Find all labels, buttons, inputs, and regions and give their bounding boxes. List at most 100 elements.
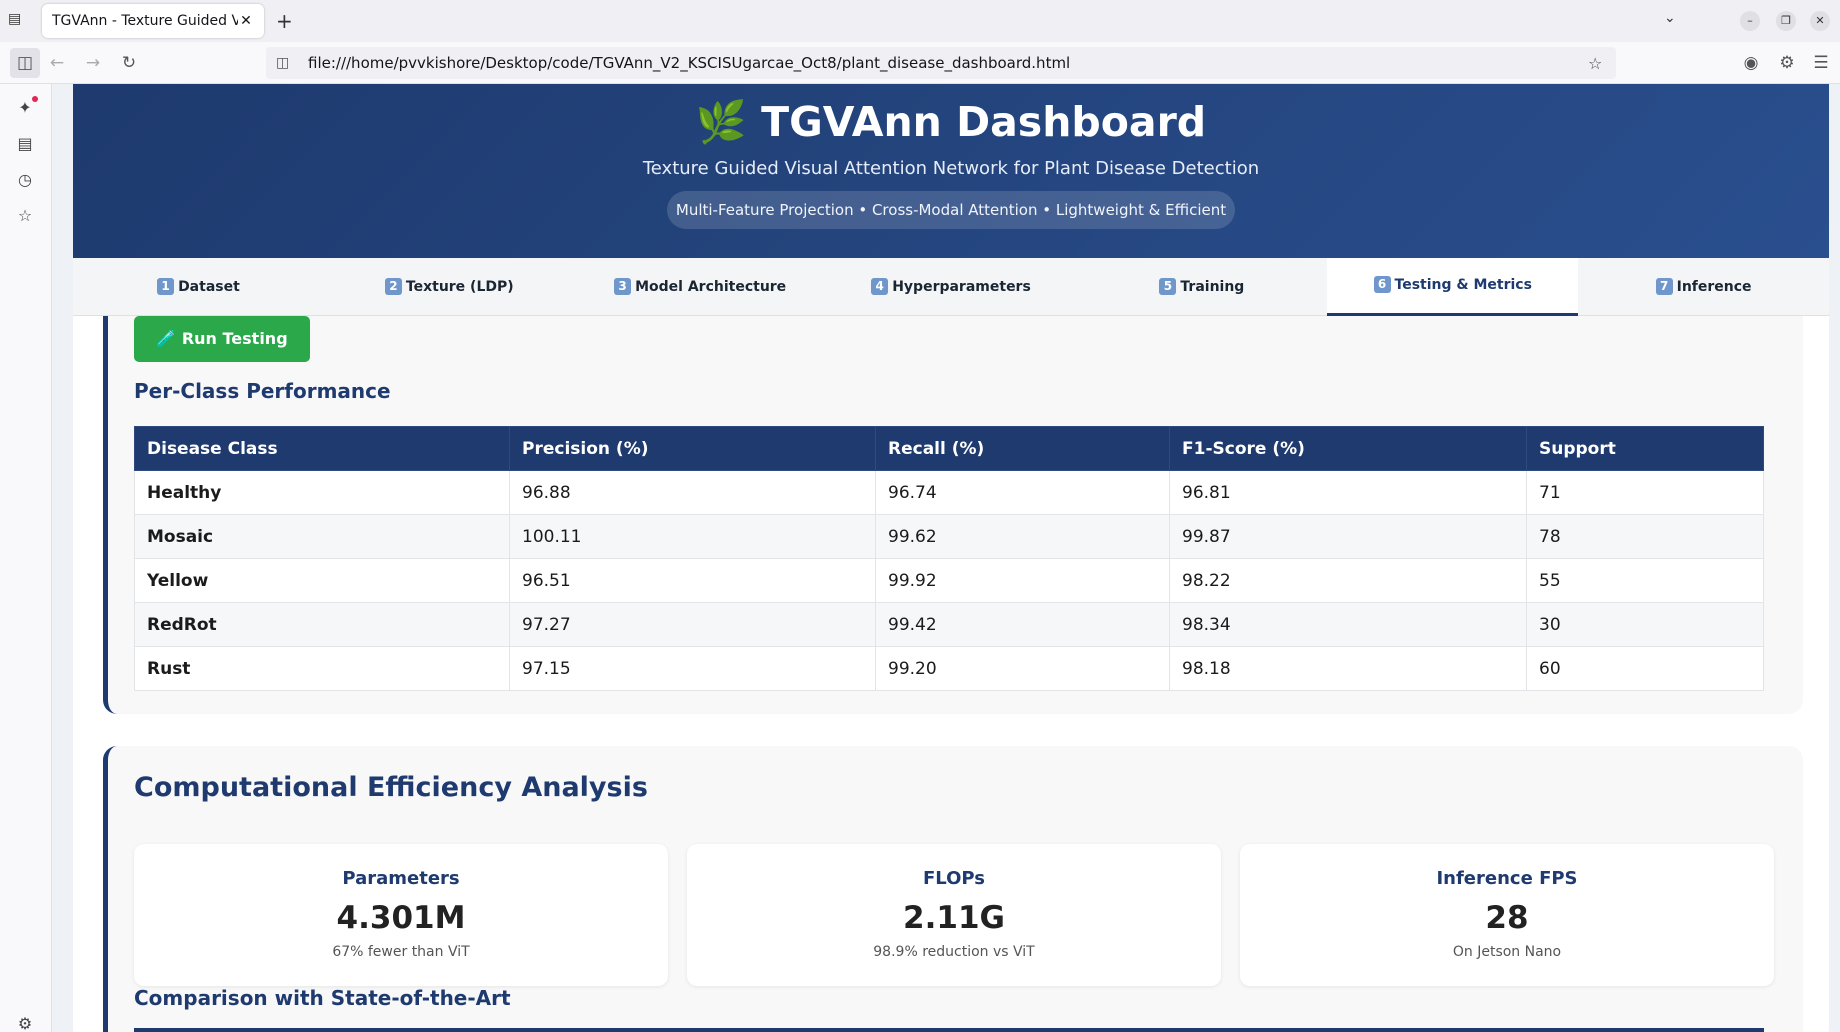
tab-inference[interactable]: 7 Inference bbox=[1578, 258, 1829, 316]
column-header: Precision (%) bbox=[509, 426, 876, 471]
browser-nav-bar: ◫ ← → ↻ ◫ file:///home/pvvkishore/Deskto… bbox=[0, 42, 1840, 84]
table-row: Healthy 96.88 96.74 96.81 71 bbox=[134, 470, 1764, 515]
per-class-title: Per-Class Performance bbox=[134, 379, 391, 403]
column-header: Support bbox=[1526, 426, 1764, 471]
back-arrow-icon[interactable]: ← bbox=[46, 53, 68, 73]
tab-texture[interactable]: 2 Texture (LDP) bbox=[324, 258, 575, 316]
tab-hyperparameters[interactable]: 4 Hyperparameters bbox=[826, 258, 1077, 316]
precision-cell: 96.88 bbox=[509, 470, 876, 515]
f1-cell: 98.22 bbox=[1169, 558, 1527, 603]
settings-gear-icon[interactable]: ⚙ bbox=[14, 1014, 36, 1032]
disease-class-cell: Mosaic bbox=[134, 514, 510, 559]
chevron-down-icon[interactable]: ⌄ bbox=[1664, 10, 1676, 26]
dashboard-tabs: 1 Dataset 2 Texture (LDP) 3 Model Architect… bbox=[73, 258, 1829, 316]
page-title: 🌿 TGVAnn Dashboard bbox=[695, 98, 1207, 146]
browser-tab-bar: ▤ TGVAnn - Texture Guided Vis ✕ + ⌄ – ❐ … bbox=[0, 0, 1840, 42]
metric-note: 98.9% reduction vs ViT bbox=[873, 944, 1035, 960]
tab-label: Dataset bbox=[178, 279, 240, 295]
tab-number: 6 bbox=[1373, 276, 1391, 293]
account-icon[interactable]: ◉ bbox=[1740, 53, 1762, 73]
metric-label: FLOPs bbox=[922, 868, 985, 889]
efficiency-title: Computational Efficiency Analysis bbox=[134, 772, 648, 803]
dashboard-header: 🌿 TGVAnn Dashboard Texture Guided Visual… bbox=[73, 84, 1829, 258]
f1-cell: 98.18 bbox=[1169, 646, 1527, 691]
recall-cell: 99.42 bbox=[875, 602, 1170, 647]
precision-cell: 96.51 bbox=[509, 558, 876, 603]
page-viewport: 🌿 TGVAnn Dashboard Texture Guided Visual… bbox=[52, 84, 1840, 1032]
tab-testing-metrics[interactable]: 6 Testing & Metrics bbox=[1327, 258, 1579, 316]
bookmark-star-icon[interactable]: ☆ bbox=[1588, 54, 1616, 73]
recall-cell: 99.62 bbox=[875, 514, 1170, 559]
table-row: RedRot 97.27 99.42 98.34 30 bbox=[134, 602, 1764, 647]
forward-arrow-icon[interactable]: → bbox=[82, 53, 104, 73]
notification-dot bbox=[32, 96, 38, 102]
extensions-icon[interactable]: ⚙ bbox=[1776, 53, 1798, 73]
tab-number: 5 bbox=[1159, 278, 1177, 295]
tab-number: 3 bbox=[614, 278, 632, 295]
menu-icon[interactable]: ☰ bbox=[1810, 53, 1832, 73]
table-row: Rust 97.15 99.20 98.18 60 bbox=[134, 646, 1764, 691]
new-tab-icon[interactable]: + bbox=[276, 9, 293, 33]
restore-icon[interactable]: ❐ bbox=[1776, 11, 1796, 31]
metric-note: 67% fewer than ViT bbox=[332, 944, 470, 960]
metric-value: 2.11G bbox=[903, 900, 1005, 936]
support-cell: 78 bbox=[1526, 514, 1764, 559]
metric-card-parameters: Parameters 4.301M 67% fewer than ViT bbox=[134, 844, 668, 986]
support-cell: 30 bbox=[1526, 602, 1764, 647]
page-icon: ◫ bbox=[276, 55, 290, 71]
f1-cell: 96.81 bbox=[1169, 470, 1527, 515]
url-bar[interactable]: ◫ file:///home/pvvkishore/Desktop/code/T… bbox=[266, 47, 1616, 79]
metric-card-flops: FLOPs 2.11G 98.9% reduction vs ViT bbox=[687, 844, 1221, 986]
tab-list-icon[interactable]: ▤ bbox=[8, 11, 28, 31]
tab-label: Texture (LDP) bbox=[405, 279, 514, 295]
tab-label: Model Architecture bbox=[635, 279, 787, 295]
reload-icon[interactable]: ↻ bbox=[118, 53, 140, 73]
synced-tabs-icon[interactable]: ▤ bbox=[14, 134, 36, 156]
column-header: Recall (%) bbox=[875, 426, 1170, 471]
support-cell: 71 bbox=[1526, 470, 1764, 515]
page-subtitle: Texture Guided Visual Attention Network … bbox=[642, 158, 1260, 179]
tab-model-architecture[interactable]: 3 Model Architecture bbox=[575, 258, 826, 316]
tab-label: Hyperparameters bbox=[892, 279, 1031, 295]
tab-number: 7 bbox=[1655, 278, 1673, 295]
tab-label: Training bbox=[1180, 279, 1245, 295]
tab-number: 4 bbox=[871, 278, 889, 295]
metric-label: Parameters bbox=[342, 868, 460, 889]
precision-cell: 97.15 bbox=[509, 646, 876, 691]
comparison-title: Comparison with State-of-the-Art bbox=[134, 986, 511, 1010]
sidebar-toggle-icon[interactable]: ◫ bbox=[10, 48, 40, 78]
disease-class-cell: Yellow bbox=[134, 558, 510, 603]
tab-number: 2 bbox=[384, 278, 402, 295]
column-header: F1-Score (%) bbox=[1169, 426, 1527, 471]
metric-label: Inference FPS bbox=[1436, 868, 1578, 889]
close-tab-icon[interactable]: ✕ bbox=[238, 13, 254, 29]
f1-cell: 99.87 bbox=[1169, 514, 1527, 559]
efficiency-section: Computational Efficiency Analysis Parame… bbox=[103, 746, 1803, 1032]
metric-value: 28 bbox=[1485, 900, 1529, 936]
metric-card-fps: Inference FPS 28 On Jetson Nano bbox=[1240, 844, 1774, 986]
metric-note: On Jetson Nano bbox=[1452, 944, 1562, 960]
table-row: Mosaic 100.11 99.62 99.87 78 bbox=[134, 514, 1764, 559]
bookmarks-star-icon[interactable]: ☆ bbox=[14, 206, 36, 228]
f1-cell: 98.34 bbox=[1169, 602, 1527, 647]
tab-number: 1 bbox=[157, 278, 175, 295]
disease-class-cell: Rust bbox=[134, 646, 510, 691]
browser-sidebar: ✦ ▤ ◷ ☆ ⚙ bbox=[0, 84, 52, 1032]
comparison-table-header bbox=[134, 1028, 1764, 1032]
features-pill: Multi-Feature Projection • Cross-Modal A… bbox=[667, 191, 1235, 229]
testing-section: 🧪 Run Testing Per-Class Performance Dise… bbox=[103, 316, 1803, 714]
history-icon[interactable]: ◷ bbox=[14, 170, 36, 192]
column-header: Disease Class bbox=[134, 426, 510, 471]
tab-dataset[interactable]: 1 Dataset bbox=[73, 258, 324, 316]
table-row: Yellow 96.51 99.92 98.22 55 bbox=[134, 558, 1764, 603]
minimize-icon[interactable]: – bbox=[1740, 11, 1760, 31]
tab-label: Testing & Metrics bbox=[1394, 277, 1532, 293]
url-text[interactable]: file:///home/pvvkishore/Desktop/code/TGV… bbox=[308, 54, 1588, 72]
recall-cell: 99.92 bbox=[875, 558, 1170, 603]
run-testing-button[interactable]: 🧪 Run Testing bbox=[134, 316, 310, 362]
disease-class-cell: Healthy bbox=[134, 470, 510, 515]
browser-tab[interactable]: TGVAnn - Texture Guided Vis ✕ bbox=[42, 4, 264, 38]
support-cell: 55 bbox=[1526, 558, 1764, 603]
tab-training[interactable]: 5 Training bbox=[1076, 258, 1327, 316]
close-window-icon[interactable]: ✕ bbox=[1810, 11, 1830, 31]
